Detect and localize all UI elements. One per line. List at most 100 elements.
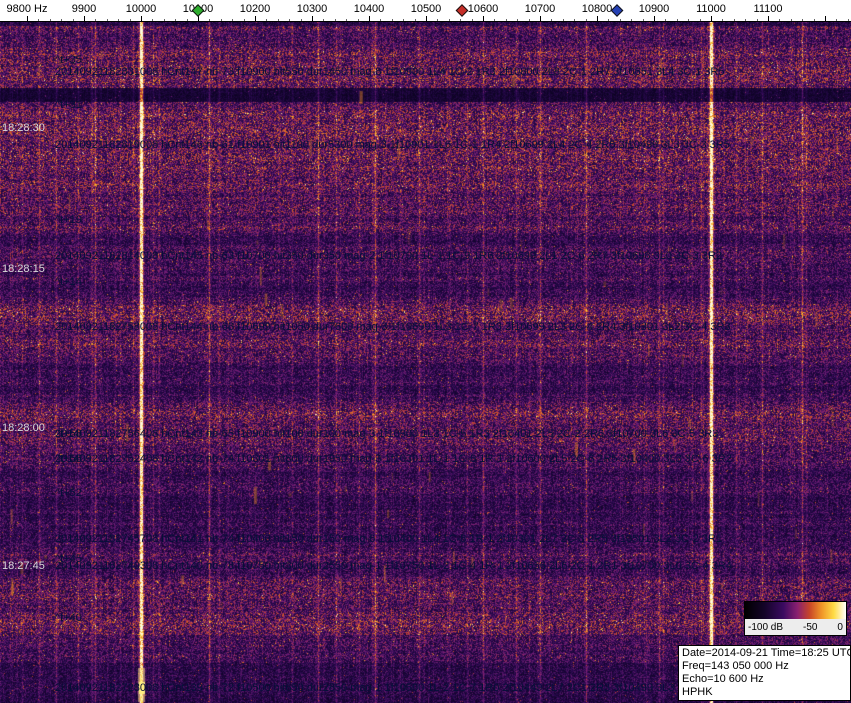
ruler-tick xyxy=(586,19,587,21)
ruler-tick xyxy=(232,19,233,21)
ruler-tick xyxy=(392,19,393,21)
ruler-tick xyxy=(187,19,188,21)
ruler-tick xyxy=(574,19,575,21)
ruler-tick xyxy=(563,19,564,21)
ruler-tick xyxy=(426,16,427,21)
time-axis-label: 18:27:45 xyxy=(2,560,45,572)
freq-tick-label: 10200 xyxy=(240,3,271,15)
ruler-tick xyxy=(415,19,416,21)
time-offset-marker: ^t+31 xyxy=(55,99,82,111)
time-offset-marker: ^t+35 xyxy=(55,54,82,66)
ruler-tick xyxy=(289,19,290,21)
ruler-tick xyxy=(814,19,815,21)
freq-tick-label: 10300 xyxy=(297,3,328,15)
ruler-tick xyxy=(95,19,96,21)
freq-tick-label: 10700 xyxy=(525,3,556,15)
ruler-tick xyxy=(734,19,735,21)
red-diamond-marker-icon[interactable] xyxy=(456,4,469,17)
ruler-tick xyxy=(323,19,324,21)
time-offset-marker: ^t+52 xyxy=(55,487,82,499)
db-scale-legend: -100 dB -50 0 xyxy=(744,601,847,636)
ruler-tick xyxy=(700,19,701,21)
ruler-tick xyxy=(494,19,495,21)
ruler-tick xyxy=(301,19,302,21)
db-gradient-bar xyxy=(745,602,846,619)
echo-log-line: 20140921182740308 hCnt140 nb-78 f10750 h… xyxy=(55,560,732,572)
ruler-tick xyxy=(517,19,518,21)
echo-log-line: 20140921182831008 hCnt147 nb-73 f10900 h… xyxy=(55,66,725,78)
ruler-tick xyxy=(50,19,51,21)
ruler-tick xyxy=(164,19,165,21)
ruler-tick xyxy=(802,19,803,21)
info-frequency: Freq=143 050 000 Hz xyxy=(682,660,847,673)
ruler-tick xyxy=(198,16,199,21)
ruler-tick xyxy=(266,19,267,21)
meteor-spectrogram-screen: 9800 Hz990010000101001020010300104001050… xyxy=(0,0,851,703)
ruler-tick xyxy=(506,19,507,21)
freq-tick-label: 10400 xyxy=(354,3,385,15)
ruler-tick xyxy=(825,16,826,21)
spectrogram-canvas[interactable] xyxy=(0,22,851,703)
ruler-tick xyxy=(369,16,370,21)
ruler-tick xyxy=(688,19,689,21)
ruler-tick xyxy=(437,19,438,21)
time-offset-marker: ^t+19 xyxy=(55,214,82,226)
info-date-time: Date=2014-09-21 Time=18:25 UTC xyxy=(682,647,847,660)
db-min-label: -100 dB xyxy=(748,622,783,633)
ruler-tick xyxy=(278,19,279,21)
ruler-tick xyxy=(335,19,336,21)
ruler-tick xyxy=(221,19,222,21)
ruler-tick xyxy=(677,19,678,21)
echo-log-line: 20140921182756408 hCnt143 nb-65 f10900 h… xyxy=(55,428,718,440)
freq-tick-label: 11000 xyxy=(696,3,726,15)
ruler-tick xyxy=(768,16,769,21)
ruler-tick xyxy=(665,19,666,21)
freq-tick-label: 9900 xyxy=(72,3,96,15)
ruler-tick xyxy=(61,19,62,21)
freq-tick-label: 11100 xyxy=(754,3,783,15)
ruler-tick xyxy=(107,19,108,21)
ruler-tick xyxy=(358,19,359,21)
freq-tick-label: 9800 Hz xyxy=(7,3,48,15)
ruler-tick xyxy=(403,19,404,21)
observation-info-box: Date=2014-09-21 Time=18:25 UTC Freq=143 … xyxy=(678,645,851,701)
ruler-tick xyxy=(141,16,142,21)
ruler-tick xyxy=(483,16,484,21)
ruler-tick xyxy=(620,19,621,21)
time-axis-label: 18:28:30 xyxy=(2,122,45,134)
info-echo: Echo=10 600 Hz xyxy=(682,673,847,686)
ruler-tick xyxy=(745,19,746,21)
ruler-tick xyxy=(836,19,837,21)
ruler-tick xyxy=(643,19,644,21)
time-offset-marker: ^t+40 xyxy=(55,612,82,624)
echo-log-line: 20140921182728008 hCnt139 nb-72 f10500 h… xyxy=(55,682,691,694)
ruler-tick xyxy=(540,16,541,21)
ruler-tick xyxy=(529,19,530,21)
ruler-tick xyxy=(608,19,609,21)
ruler-tick xyxy=(84,16,85,21)
ruler-tick xyxy=(255,16,256,21)
freq-tick-label: 10900 xyxy=(639,3,670,15)
ruler-tick xyxy=(654,16,655,21)
info-station-id: HPHK xyxy=(682,686,847,699)
time-axis-label: 18:28:00 xyxy=(2,422,45,434)
freq-tick-label: 10000 xyxy=(126,3,157,15)
blue-diamond-marker-icon[interactable] xyxy=(611,4,624,17)
freq-tick-label: 10500 xyxy=(411,3,442,15)
ruler-tick xyxy=(312,16,313,21)
ruler-tick xyxy=(209,19,210,21)
ruler-tick xyxy=(551,19,552,21)
ruler-tick xyxy=(779,19,780,21)
ruler-tick xyxy=(848,19,849,21)
ruler-tick xyxy=(460,19,461,21)
frequency-ruler: 9800 Hz990010000101001020010300104001050… xyxy=(0,0,851,22)
ruler-tick xyxy=(757,19,758,21)
db-scale-labels: -100 dB -50 0 xyxy=(745,619,846,635)
time-axis-label: 18:28:15 xyxy=(2,263,45,275)
ruler-tick xyxy=(130,19,131,21)
ruler-tick xyxy=(73,19,74,21)
ruler-tick xyxy=(118,19,119,21)
ruler-tick xyxy=(711,16,712,21)
ruler-tick xyxy=(449,19,450,21)
ruler-tick xyxy=(346,19,347,21)
